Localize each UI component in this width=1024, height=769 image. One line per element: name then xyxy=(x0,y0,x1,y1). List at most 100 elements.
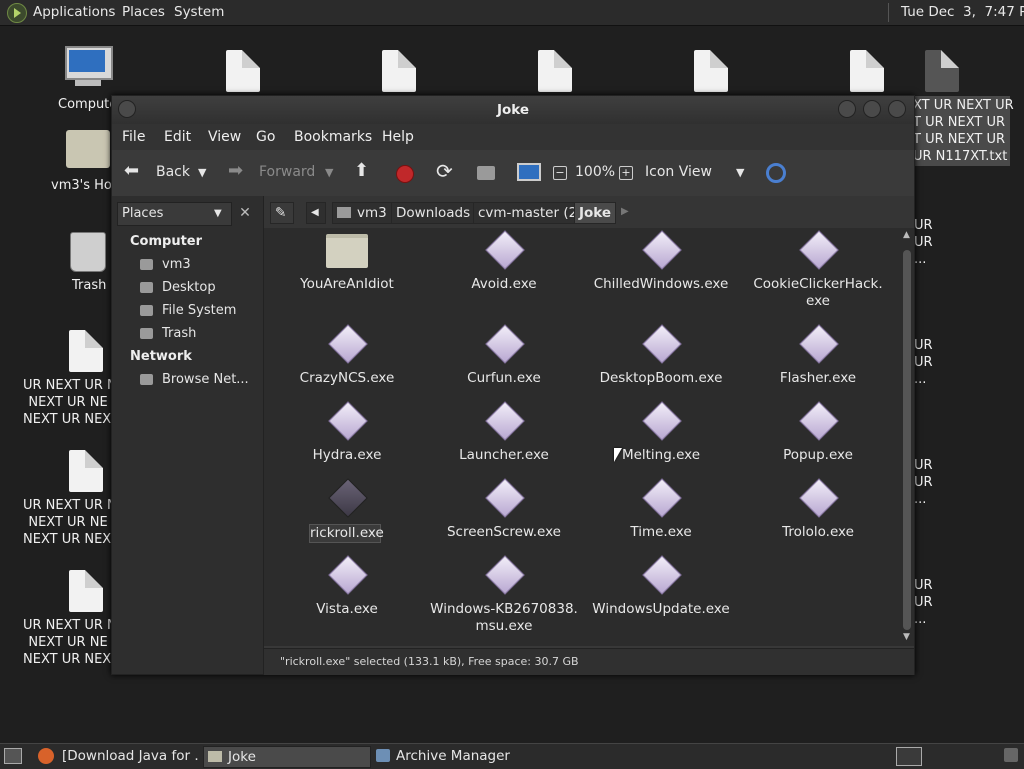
menu-file[interactable]: File xyxy=(122,129,145,145)
text-file-icon[interactable] xyxy=(69,330,103,372)
menu-places[interactable]: Places xyxy=(122,4,165,20)
menu-go[interactable]: Go xyxy=(256,129,275,145)
file-item[interactable]: Launcher.exe xyxy=(429,399,579,479)
distro-logo-icon[interactable] xyxy=(7,3,27,23)
folder-icon xyxy=(208,751,222,762)
file-item[interactable]: DesktopBoom.exe xyxy=(586,322,736,402)
text-file-icon[interactable] xyxy=(69,570,103,612)
sidebar-heading-network: Network xyxy=(130,349,192,364)
file-item[interactable]: Hydra.exe xyxy=(272,399,422,479)
sidebar-item-desktop[interactable]: Desktop xyxy=(162,280,216,295)
path-right-arrow-icon: ▶ xyxy=(621,206,629,217)
clock[interactable]: Tue Dec 3, 7:47 PM xyxy=(901,4,1024,20)
zoom-level[interactable]: 100% xyxy=(575,164,615,180)
stop-icon[interactable] xyxy=(396,165,414,183)
zoom-in-icon[interactable]: + xyxy=(619,166,633,180)
file-icon-view[interactable]: YouAreAnIdiot Avoid.exe ChilledWindows.exe… xyxy=(264,228,900,646)
close-icon[interactable]: ✕ xyxy=(236,204,254,222)
file-item[interactable]: WindowsUpdate.exe xyxy=(586,553,736,633)
forward-arrow-icon: ➡ xyxy=(228,160,244,181)
scrollbar[interactable]: ▲ ▼ xyxy=(900,228,914,646)
sidebar-item-file-system[interactable]: File System xyxy=(162,303,236,318)
menu-edit[interactable]: Edit xyxy=(164,129,191,145)
text-file-icon[interactable] xyxy=(850,50,884,92)
crumb-cvm-master[interactable]: cvm-master (2) xyxy=(473,202,588,224)
zoom-out-icon[interactable]: − xyxy=(553,166,567,180)
minimize-button[interactable] xyxy=(838,100,856,118)
executable-icon xyxy=(799,401,839,441)
close-button[interactable] xyxy=(888,100,906,118)
executable-icon xyxy=(328,478,368,518)
file-item[interactable]: Flasher.exe xyxy=(743,322,893,402)
file-item[interactable]: ScreenScrew.exe xyxy=(429,476,579,556)
file-item[interactable]: ChilledWindows.exe xyxy=(586,228,736,308)
crumb-joke[interactable]: Joke xyxy=(574,202,617,224)
executable-icon xyxy=(799,230,839,270)
executable-icon xyxy=(485,401,525,441)
sidebar-item-vm3[interactable]: vm3 xyxy=(162,257,191,272)
file-item-label: Trololo.exe xyxy=(782,524,854,540)
text-file-icon[interactable] xyxy=(226,50,260,92)
menu-applications[interactable]: Applications xyxy=(33,4,115,20)
file-item[interactable]: CookieClickerHack. exe xyxy=(743,228,893,309)
file-item[interactable]: CrazyNCS.exe xyxy=(272,322,422,402)
file-item[interactable]: YouAreAnIdiot xyxy=(272,228,422,308)
scrollbar-thumb[interactable] xyxy=(903,250,911,630)
home-icon[interactable] xyxy=(477,166,495,180)
back-arrow-icon[interactable]: ⬅ xyxy=(124,160,139,181)
file-item[interactable]: rickroll.exe xyxy=(272,476,422,556)
back-button[interactable]: Back xyxy=(156,164,190,180)
view-mode-select[interactable]: Icon View xyxy=(645,164,712,180)
trash-icon[interactable] xyxy=(70,232,106,272)
text-file-icon[interactable] xyxy=(538,50,572,92)
text-file-icon[interactable] xyxy=(382,50,416,92)
menu-bookmarks[interactable]: Bookmarks xyxy=(294,129,372,145)
maximize-button[interactable] xyxy=(863,100,881,118)
sidebar-heading-computer: Computer xyxy=(130,234,203,249)
file-item[interactable]: Popup.exe xyxy=(743,399,893,479)
crumb-downloads[interactable]: Downloads xyxy=(391,202,476,224)
crumb-home[interactable]: vm3 xyxy=(332,202,392,224)
computer-icon[interactable] xyxy=(517,163,541,181)
menu-help[interactable]: Help xyxy=(382,129,414,145)
file-item-label: DesktopBoom.exe xyxy=(599,370,723,386)
text-file-icon[interactable] xyxy=(69,450,103,492)
edit-location-icon[interactable]: ✎ xyxy=(270,202,294,224)
file-item[interactable]: Avoid.exe xyxy=(429,228,579,308)
file-item[interactable]: Trololo.exe xyxy=(743,476,893,556)
file-item[interactable]: Curfun.exe xyxy=(429,322,579,402)
show-desktop-icon[interactable] xyxy=(4,748,22,764)
toolbar: ⬅ Back ▼ ➡ Forward ▼ ⬆ ⟳ − 100% + Icon V… xyxy=(112,150,914,197)
text-file-icon[interactable] xyxy=(925,50,959,92)
up-arrow-icon[interactable]: ⬆ xyxy=(354,160,369,181)
file-item[interactable]: Vista.exe xyxy=(272,553,422,633)
file-item[interactable]: Windows-KB2670838. msu.exe xyxy=(429,553,579,634)
desktop-file-label[interactable]: XT UR NEXT UR T UR NEXT UR T UR NEXT UR UR … xyxy=(913,97,1014,165)
folder-icon xyxy=(326,234,368,268)
workspace-switcher[interactable] xyxy=(896,747,922,766)
sidebar-type-select[interactable]: Places ▼ xyxy=(117,202,232,226)
sidebar-item-browse-network[interactable]: Browse Net... xyxy=(162,372,249,387)
reload-icon[interactable]: ⟳ xyxy=(436,159,453,183)
view-mode-dropdown-icon[interactable]: ▼ xyxy=(736,166,744,179)
firefox-icon xyxy=(38,748,54,764)
titlebar[interactable]: Joke xyxy=(112,96,914,124)
network-icon xyxy=(140,374,153,385)
sidebar-item-trash[interactable]: Trash xyxy=(162,326,196,341)
menu-system[interactable]: System xyxy=(174,4,224,20)
path-left-arrow-icon[interactable]: ◀ xyxy=(306,202,326,224)
file-item[interactable]: Time.exe xyxy=(586,476,736,556)
home-folder-icon[interactable] xyxy=(66,130,110,168)
taskbar-item-joke[interactable]: Joke xyxy=(203,746,371,768)
computer-icon[interactable] xyxy=(63,46,113,92)
menu-view[interactable]: View xyxy=(208,129,241,145)
file-item[interactable]: Melting.exe xyxy=(586,399,736,479)
taskbar-item-browser[interactable]: [Download Java for ... xyxy=(58,746,198,766)
text-file-icon[interactable] xyxy=(694,50,728,92)
taskbar-item-archive-manager[interactable]: Archive Manager xyxy=(374,746,544,766)
forward-history-dropdown-icon: ▼ xyxy=(325,166,334,179)
search-icon[interactable] xyxy=(766,163,786,183)
executable-icon xyxy=(642,230,682,270)
trash-applet-icon[interactable] xyxy=(1004,748,1018,762)
back-history-dropdown-icon[interactable]: ▼ xyxy=(198,166,206,179)
